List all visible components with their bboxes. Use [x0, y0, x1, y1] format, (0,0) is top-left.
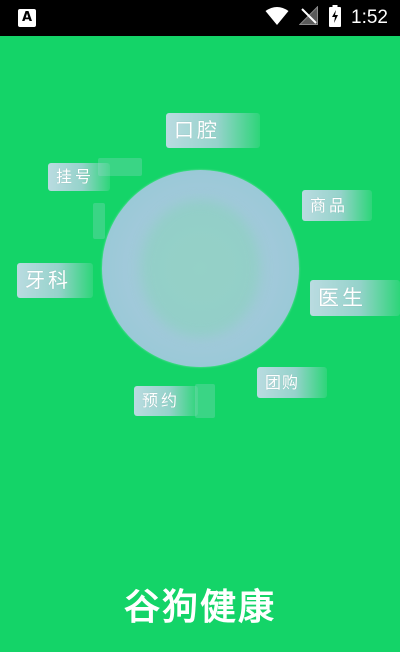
status-icons: 1:52 [265, 0, 388, 36]
app-title: 谷狗健康 [123, 587, 276, 628]
center-circle [102, 170, 299, 367]
ghost-bar [195, 384, 215, 418]
tag-guahao[interactable]: 挂号 [48, 163, 110, 191]
ghost-bar [93, 203, 105, 239]
tag-kouqiang[interactable]: 口腔 [166, 113, 260, 148]
status-time: 1:52 [351, 7, 388, 28]
battery-charging-icon [329, 5, 342, 31]
tag-yisheng[interactable]: 医生 [310, 280, 400, 316]
a-icon-glyph: A [21, 10, 33, 25]
tag-tuangou[interactable]: 团购 [257, 367, 327, 398]
tag-yuyue[interactable]: 预约 [134, 386, 198, 416]
wifi-icon [265, 6, 289, 30]
splash-screen: A 1:52 口腔 挂号 商品 牙科 医生 团购 预约 谷狗健康 [0, 0, 400, 652]
signal-off-icon [298, 5, 319, 30]
status-bar: A 1:52 [0, 0, 400, 36]
tag-yake[interactable]: 牙科 [17, 263, 93, 298]
tag-shangpin[interactable]: 商品 [302, 190, 372, 221]
a-icon: A [18, 9, 36, 27]
